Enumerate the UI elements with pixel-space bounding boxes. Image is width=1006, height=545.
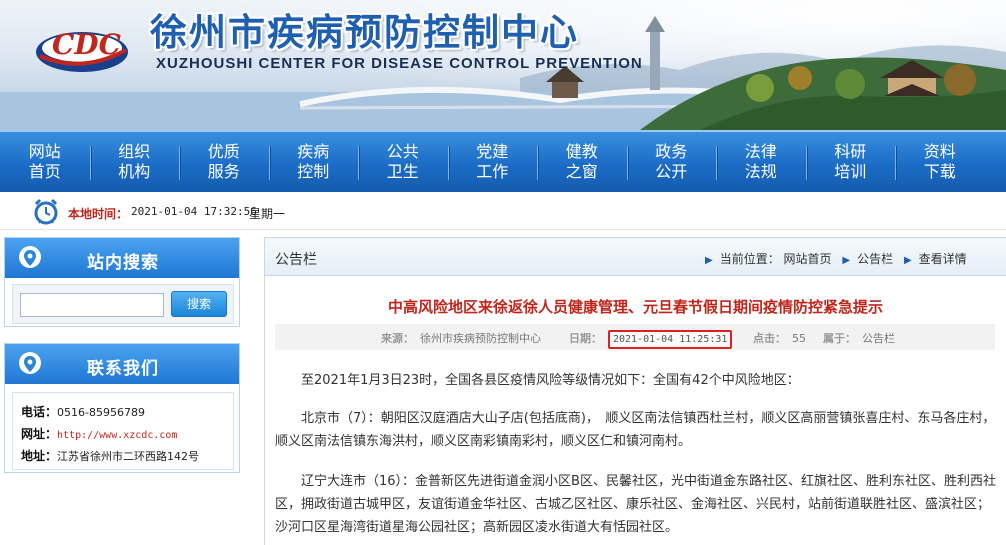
article-paragraph: 辽宁大连市（16）：金普新区先进街道金润小区B区、民馨社区，光中街道金东路社区、… xyxy=(275,474,996,535)
breadcrumb-arrow-icon: ▶ xyxy=(705,255,713,266)
breadcrumb-bulletin-link[interactable]: 公告栏 xyxy=(857,252,893,266)
contact-panel: 联系我们 电话：0516-85956789 网址：http://www.xzcd… xyxy=(4,343,240,473)
weekday-value: 星期一 xyxy=(249,207,286,221)
article-paragraph: 至2021年1月3日23时，全国各县区疫情风险等级情况如下：全国有42个中风险地… xyxy=(301,373,800,388)
nav-item-health-education[interactable]: 健教之窗 xyxy=(537,132,627,192)
nav-item-downloads[interactable]: 资料下载 xyxy=(895,132,985,192)
contact-address-label: 地址： xyxy=(21,449,58,463)
nav-item-laws[interactable]: 法律法规 xyxy=(716,132,806,192)
meta-clicks: 点击： 55 xyxy=(753,330,806,346)
meta-clicks-value: 55 xyxy=(792,332,806,345)
nav-item-label: 资料下载 xyxy=(923,142,956,181)
breadcrumb-arrow-icon: ▶ xyxy=(842,255,851,266)
local-time-value: 2021-01-04 17:32:56 xyxy=(131,205,257,218)
contact-address: 江苏省徐州市二环西路142号 xyxy=(57,450,200,463)
contact-url-link[interactable]: http://www.xzcdc.com xyxy=(57,430,177,441)
logo-letters: CDC xyxy=(52,28,122,61)
site-subtitle: XUZHOUSHI CENTER FOR DISEASE CONTROL PRE… xyxy=(156,55,643,72)
meta-date: 日期： 2021-01-04 11:25:31 xyxy=(569,330,733,349)
bulletin-panel: 公告栏 ▶ 当前位置： 网站首页 ▶ 公告栏 ▶ 查看详情 中高风险地区来徐返徐人员健… xyxy=(264,237,1006,545)
nav-item-public-health[interactable]: 公共卫生 xyxy=(358,132,448,192)
header-banner: CDC 徐州市疾病预防控制中心 XUZHOUSHI CENTER FOR DIS… xyxy=(0,0,1006,130)
nav-item-label: 政务公开 xyxy=(655,142,688,181)
article-paragraph: 北京市（7）：朝阳区汉庭酒店大山子店(包括底商)， 顺义区南法信镇西杜兰村，顺义… xyxy=(275,411,996,449)
nav-item-label: 组织机构 xyxy=(118,142,151,181)
nav-item-label: 疾病控制 xyxy=(297,142,330,181)
contact-url-label: 网址： xyxy=(21,427,58,441)
alarm-clock-icon xyxy=(34,198,58,225)
meta-clicks-label: 点击： xyxy=(753,332,786,345)
nav-item-research[interactable]: 科研培训 xyxy=(805,132,896,192)
meta-date-value-highlighted: 2021-01-04 11:25:31 xyxy=(608,330,733,349)
local-time-label: 本地时间： xyxy=(68,207,129,221)
breadcrumb-home-link[interactable]: 网站首页 xyxy=(784,252,832,266)
contact-header: 联系我们 xyxy=(5,344,239,384)
section-title: 公告栏 xyxy=(275,252,317,268)
main-nav: 网站首页 组织机构 优质服务 疾病控制 公共卫生 党建工作 健教之窗 政务公开 … xyxy=(0,130,1006,192)
nav-item-organization[interactable]: 组织机构 xyxy=(89,132,180,192)
site-search-title: 站内搜索 xyxy=(87,253,159,273)
bulletin-header: 公告栏 ▶ 当前位置： 网站首页 ▶ 公告栏 ▶ 查看详情 xyxy=(265,238,1006,276)
cdc-logo-icon: CDC xyxy=(36,28,128,72)
contact-phone: 0516-85956789 xyxy=(57,406,145,419)
breadcrumb-current: 查看详情 xyxy=(918,252,967,266)
nav-item-label: 网站首页 xyxy=(28,142,61,181)
breadcrumb: ▶ 当前位置： 网站首页 ▶ 公告栏 ▶ 查看详情 xyxy=(698,250,967,267)
nav-item-party-building[interactable]: 党建工作 xyxy=(447,132,538,192)
contact-url-row: 网址：http://www.xzcdc.com xyxy=(21,425,177,442)
site-search-form: 搜索 xyxy=(12,284,234,324)
contact-phone-label: 电话： xyxy=(21,405,58,419)
meta-source: 来源： 徐州市疾病预防控制中心 xyxy=(381,330,541,346)
search-button[interactable]: 搜索 xyxy=(171,291,227,317)
article-meta-bar: 来源： 徐州市疾病预防控制中心 日期： 2021-01-04 11:25:31 点击… xyxy=(275,324,995,350)
site-title: 徐州市疾病预防控制中心 xyxy=(150,11,579,54)
meta-date-label: 日期： xyxy=(569,332,602,345)
breadcrumb-arrow-icon: ▶ xyxy=(903,255,912,266)
page-root: CDC 徐州市疾病预防控制中心 XUZHOUSHI CENTER FOR DIS… xyxy=(0,0,1006,545)
article-title: 中高风险地区来徐返徐人员健康管理、元旦春节假日期间疫情防控紧急提示 xyxy=(387,298,883,316)
nav-item-government-affairs[interactable]: 政务公开 xyxy=(626,132,717,192)
contact-address-row: 地址：江苏省徐州市二环西路142号 xyxy=(21,447,199,464)
contact-details: 电话：0516-85956789 网址：http://www.xzcdc.com… xyxy=(12,392,234,470)
nav-item-label: 优质服务 xyxy=(207,142,240,181)
meta-category-value: 公告栏 xyxy=(862,332,895,345)
nav-item-label: 科研培训 xyxy=(834,142,867,181)
breadcrumb-prefix: 当前位置： xyxy=(719,252,780,266)
nav-item-label: 法律法规 xyxy=(744,142,777,181)
contact-title: 联系我们 xyxy=(87,359,159,379)
site-search-header: 站内搜索 xyxy=(5,238,239,278)
nav-item-home[interactable]: 网站首页 xyxy=(0,132,90,192)
meta-category-label: 属于： xyxy=(823,332,856,345)
meta-source-value: 徐州市疾病预防控制中心 xyxy=(420,332,541,345)
nav-item-label: 党建工作 xyxy=(476,142,509,181)
nav-item-label: 健教之窗 xyxy=(565,142,598,181)
nav-item-disease-control[interactable]: 疾病控制 xyxy=(268,132,359,192)
meta-category: 属于： 公告栏 xyxy=(823,330,895,346)
contact-phone-row: 电话：0516-85956789 xyxy=(21,403,145,420)
meta-source-label: 来源： xyxy=(381,332,414,345)
search-input[interactable] xyxy=(20,293,164,317)
site-search-panel: 站内搜索 搜索 xyxy=(4,237,240,327)
nav-item-label: 公共卫生 xyxy=(386,142,419,181)
local-time-bar: 本地时间： 2021-01-04 17:32:56 星期一 xyxy=(0,194,1006,230)
nav-item-services[interactable]: 优质服务 xyxy=(179,132,269,192)
